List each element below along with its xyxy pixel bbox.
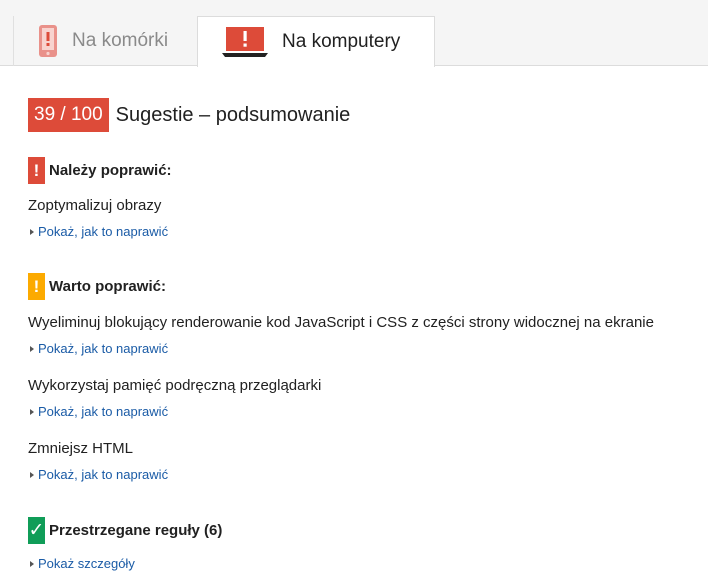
exclamation-icon: ! (28, 273, 45, 300)
passed-rules-heading: ✓ Przestrzegane reguły (6) (28, 517, 222, 544)
show-details-link[interactable]: Pokaż szczegóły (30, 556, 135, 571)
tab-desktop-label: Na komputery (282, 31, 401, 52)
expand-arrow-icon (30, 345, 34, 352)
consider-fixing-heading: ! Warto poprawić: (28, 273, 166, 300)
rule-browser-caching: Wykorzystaj pamięć podręczną przeglądark… (28, 377, 322, 394)
show-fix-link[interactable]: Pokaż, jak to naprawić (30, 341, 168, 356)
rule-render-blocking: Wyeliminuj blokujący renderowanie kod Ja… (28, 314, 654, 331)
device-tab-bar: Na komórki Na komputery (0, 0, 708, 67)
show-details-link-label: Pokaż szczegóły (38, 556, 135, 571)
show-fix-link-label: Pokaż, jak to naprawić (38, 224, 169, 239)
rule-optimize-images: Zoptymalizuj obrazy (28, 197, 162, 214)
mobile-phone-icon (38, 24, 58, 58)
score-badge: 39 / 100 (28, 98, 109, 132)
must-fix-heading: ! Należy poprawić: (28, 157, 172, 184)
show-fix-link-label: Pokaż, jak to naprawić (38, 404, 169, 419)
expand-arrow-icon (30, 228, 34, 235)
tab-mobile[interactable]: Na komórki (13, 16, 197, 66)
laptop-icon (222, 26, 268, 58)
rule-minify-html: Zmniejsz HTML (28, 440, 134, 457)
must-fix-label: Należy poprawić: (49, 162, 172, 179)
show-fix-link[interactable]: Pokaż, jak to naprawić (30, 224, 168, 239)
exclamation-icon: ! (28, 157, 45, 184)
tab-desktop[interactable]: Na komputery (197, 16, 435, 67)
score-summary: 39 / 100 Sugestie – podsumowanie (28, 98, 350, 132)
summary-title: Sugestie – podsumowanie (115, 103, 351, 126)
show-fix-link-label: Pokaż, jak to naprawić (38, 341, 169, 356)
show-fix-link[interactable]: Pokaż, jak to naprawić (30, 467, 168, 482)
checkmark-icon: ✓ (28, 517, 45, 544)
passed-rules-label: Przestrzegane reguły (6) (49, 522, 223, 539)
show-fix-link[interactable]: Pokaż, jak to naprawić (30, 404, 168, 419)
expand-arrow-icon (30, 471, 34, 478)
consider-fixing-label: Warto poprawić: (49, 278, 166, 295)
expand-arrow-icon (30, 560, 34, 567)
show-fix-link-label: Pokaż, jak to naprawić (38, 467, 169, 482)
tab-mobile-label: Na komórki (72, 30, 169, 51)
expand-arrow-icon (30, 408, 34, 415)
